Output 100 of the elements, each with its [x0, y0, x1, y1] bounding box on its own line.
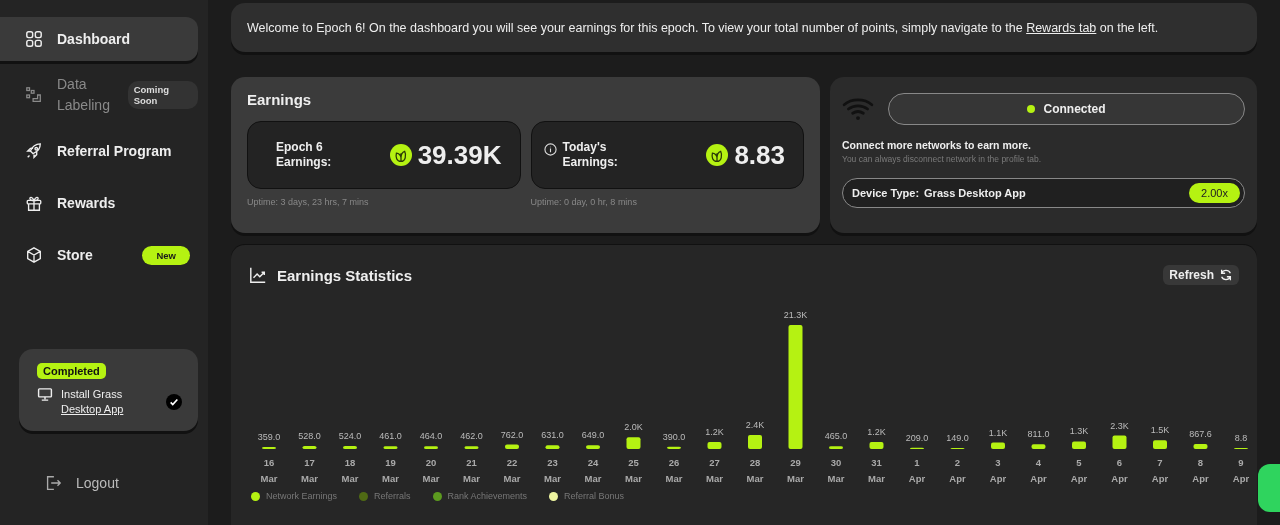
chart-bar	[1153, 440, 1167, 449]
earnings-value: 8.83	[734, 139, 785, 171]
category-label: 9 Apr	[1232, 457, 1250, 484]
chart-bar	[991, 442, 1005, 449]
category-label: 26 Mar	[665, 457, 683, 484]
device-name: Grass Desktop App	[924, 187, 1027, 199]
category-label: 28 Mar	[746, 457, 764, 484]
uptime-text: Uptime: 0 day, 0 hr, 8 mins	[530, 197, 638, 207]
chart-bar	[869, 442, 884, 449]
category-label: 16 Mar	[260, 457, 278, 484]
value-label: 649.0	[581, 430, 605, 441]
chart-bar	[505, 444, 519, 449]
category-label: 31 Mar	[868, 457, 885, 484]
category-label: 21 Mar	[463, 457, 480, 484]
value-label: 2.3K	[1110, 420, 1129, 431]
legend-label: Referral Bonus	[564, 491, 625, 501]
welcome-text: Welcome to Epoch 6! On the dashboard you will see your earnings for this epoch. To view your total number of points, simply navigate to the Rewards tab on the left.	[247, 20, 1159, 35]
value-label: 2.0K	[624, 422, 643, 433]
category-label: 2 Apr	[949, 457, 966, 484]
value-label: 1.2K	[867, 427, 886, 437]
chart-bar	[545, 445, 560, 449]
legend-label: Network Earnings	[266, 491, 338, 501]
rewards-link[interactable]: Rewards tab	[1026, 20, 1097, 35]
legend-label: Rank Achievements	[447, 491, 528, 501]
value-label: 390.0	[662, 431, 686, 442]
value-label: 1.5K	[1150, 425, 1170, 436]
status-badge: Completed	[37, 363, 106, 379]
category-label: 24 Mar	[584, 457, 602, 484]
chart-bar	[343, 445, 357, 449]
category-label: 30 Mar	[827, 457, 845, 484]
earnings-value: 39.39K	[417, 139, 502, 171]
value-label: 149.0	[946, 433, 969, 443]
uptime-text: Uptime: 3 days, 23 hrs, 7 mins	[247, 197, 370, 207]
device-label: Device Type:	[852, 187, 920, 199]
value-label: 528.0	[298, 430, 321, 441]
value-label: 462.0	[460, 431, 483, 442]
nav-label: Store	[57, 247, 93, 263]
tile-label: Today's Earnings:	[562, 140, 619, 170]
category-label: 27 Mar	[706, 457, 723, 484]
line-chart-icon	[249, 266, 267, 284]
blocks-icon	[25, 86, 43, 104]
chart-bar	[586, 445, 600, 449]
leaf-icon	[389, 144, 412, 166]
nav-label: Referral Program	[57, 143, 172, 159]
value-label: 1.3K	[1069, 426, 1089, 437]
leaf-icon	[706, 144, 729, 166]
nav-item[interactable]: Dashboard	[0, 17, 198, 61]
chart-bar	[829, 446, 843, 449]
category-label: 6 Apr	[1111, 457, 1128, 484]
tile-label: Epoch 6 Earnings:	[276, 140, 333, 170]
value-label: 21.3K	[783, 310, 808, 320]
category-label: 18 Mar	[341, 457, 359, 484]
value-label: 1.1K	[988, 427, 1008, 438]
chart-bar	[1031, 444, 1046, 449]
connection-status[interactable]: Connected	[888, 93, 1245, 125]
chart-bar	[1072, 441, 1086, 449]
monitor-icon	[37, 387, 53, 402]
nav-item[interactable]: Rewards	[0, 181, 198, 225]
value-label: 1.2K	[705, 427, 724, 437]
category-label: 17 Mar	[301, 457, 318, 484]
grid-icon	[25, 30, 43, 48]
category-label: 19 Mar	[382, 457, 399, 484]
chart-bar	[626, 437, 641, 449]
category-label: 8 Apr	[1192, 457, 1209, 484]
category-label: 5 Apr	[1070, 457, 1088, 484]
chart-bar	[262, 446, 276, 449]
status-badge: Coming Soon	[127, 81, 198, 109]
chart-bar	[464, 446, 479, 449]
value-label: 762.0	[500, 429, 524, 440]
network-note: You can always disconnect network in the profile tab.	[842, 154, 1043, 164]
rocket-icon	[25, 142, 43, 160]
value-label: 524.0	[338, 430, 362, 441]
chart-bar	[424, 446, 438, 449]
task-text: Install Grass	[61, 387, 124, 402]
gift-icon	[25, 194, 43, 212]
chart-bar	[383, 446, 398, 449]
wifi-icon	[842, 96, 874, 122]
refresh-button[interactable]: Refresh	[1163, 265, 1239, 285]
value-label: 209.0	[905, 432, 929, 443]
chart-bar	[748, 435, 762, 449]
category-label: 7 Apr	[1151, 457, 1169, 484]
category-label: 3 Apr	[989, 457, 1007, 484]
nav-item[interactable]: Store New	[0, 233, 198, 277]
logout-button[interactable]: Logout	[44, 474, 208, 492]
value-label: 2.4K	[745, 420, 765, 431]
value-label: 461.0	[379, 431, 402, 442]
multiplier-badge: 2.00x	[1189, 183, 1240, 203]
nav-item[interactable]: Referral Program	[0, 129, 198, 173]
value-label: 359.0	[257, 431, 281, 442]
category-label: 25 Mar	[625, 457, 642, 484]
value-label: 631.0	[541, 430, 564, 441]
value-label: 464.0	[419, 431, 443, 442]
category-label: 4 Apr	[1030, 457, 1047, 484]
value-label: 811.0	[1027, 429, 1050, 440]
category-label: 23 Mar	[544, 457, 561, 484]
category-label: 29 Mar	[787, 457, 804, 484]
refresh-icon	[1219, 268, 1233, 282]
chart-bar	[302, 445, 317, 449]
task-link[interactable]: Desktop App	[61, 402, 124, 417]
nav-label: Data Labeling	[57, 75, 111, 115]
